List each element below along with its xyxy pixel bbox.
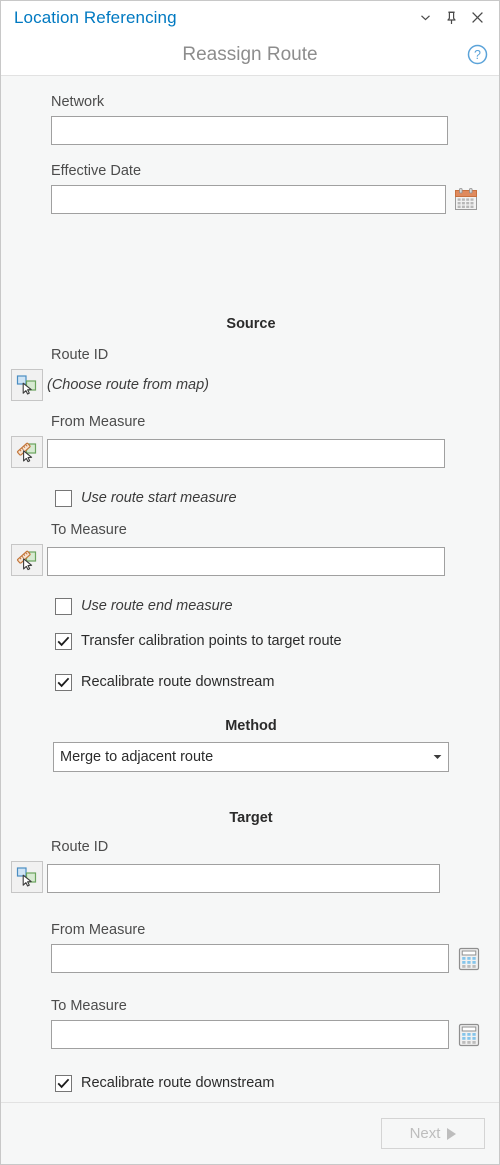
method-dropdown[interactable]: Merge to adjacent route	[53, 742, 449, 772]
use-route-end-measure-label: Use route end measure	[81, 598, 233, 614]
transfer-calibration-points-label: Transfer calibration points to target ro…	[81, 633, 342, 649]
pick-measure-from-map-icon[interactable]	[11, 436, 43, 468]
target-route-id-tool-gutter	[11, 861, 47, 893]
calculator-icon[interactable]	[456, 946, 482, 972]
source-to-measure-input[interactable]	[47, 547, 445, 576]
source-section-heading: Source	[1, 314, 499, 334]
use-route-start-measure-checkbox[interactable]	[55, 489, 72, 507]
next-button-label: Next	[409, 1125, 441, 1142]
select-route-from-map-icon[interactable]	[11, 369, 43, 401]
collapse-chevron-icon[interactable]	[413, 6, 437, 30]
source-route-id-label: Route ID	[51, 347, 109, 363]
source-recalibrate-row[interactable]: Recalibrate route downstream	[55, 673, 274, 691]
close-icon[interactable]	[465, 6, 489, 30]
pane-title: Location Referencing	[14, 7, 177, 27]
use-route-start-measure-row[interactable]: Use route start measure	[55, 489, 237, 507]
effective-date-label: Effective Date	[51, 163, 142, 179]
pick-measure-from-map-icon[interactable]	[11, 544, 43, 576]
window-controls	[413, 6, 489, 30]
transfer-calibration-points-checkbox[interactable]	[55, 632, 72, 650]
network-label: Network	[51, 94, 105, 110]
source-from-measure-label: From Measure	[51, 414, 146, 430]
effective-date-input[interactable]	[51, 185, 446, 214]
pane-footer: Next	[1, 1102, 499, 1164]
svg-text:?: ?	[474, 48, 481, 62]
network-field-group: Network	[51, 93, 448, 145]
next-button[interactable]: Next	[381, 1118, 485, 1149]
method-dropdown-value: Merge to adjacent route	[60, 749, 214, 765]
method-heading-text: Method	[225, 718, 277, 734]
source-recalibrate-label: Recalibrate route downstream	[81, 674, 275, 690]
transfer-calibration-points-row[interactable]: Transfer calibration points to target ro…	[55, 632, 342, 650]
use-route-end-measure-row[interactable]: Use route end measure	[55, 597, 233, 615]
source-heading-text: Source	[226, 316, 276, 332]
calculator-icon[interactable]	[456, 1022, 482, 1048]
source-to-measure-tool-gutter	[11, 544, 47, 576]
target-recalibrate-checkbox[interactable]	[55, 1074, 72, 1092]
effective-date-field-group: Effective Date	[51, 162, 495, 214]
target-recalibrate-row[interactable]: Recalibrate route downstream	[55, 1074, 274, 1092]
use-route-end-measure-checkbox[interactable]	[55, 597, 72, 615]
source-from-measure-input[interactable]	[47, 439, 445, 468]
help-icon[interactable]: ?	[465, 43, 489, 67]
network-input[interactable]	[51, 116, 448, 145]
source-from-measure-tool-gutter	[11, 436, 47, 468]
source-route-id-hint: (Choose route from map)	[47, 377, 209, 393]
target-route-id-input[interactable]	[47, 864, 440, 893]
source-to-measure-label: To Measure	[51, 522, 127, 538]
target-from-measure-label: From Measure	[51, 922, 146, 938]
target-to-measure-group: To Measure	[51, 997, 495, 1049]
target-to-measure-input[interactable]	[51, 1020, 449, 1049]
play-arrow-icon	[447, 1127, 457, 1140]
chevron-down-icon[interactable]	[426, 754, 448, 760]
target-recalibrate-label: Recalibrate route downstream	[81, 1075, 275, 1091]
page-title: Reassign Route	[182, 43, 318, 65]
source-route-id-tool-gutter	[11, 369, 47, 401]
source-from-measure-group: From Measure	[11, 413, 491, 468]
calendar-icon[interactable]	[453, 187, 479, 213]
use-route-start-measure-label: Use route start measure	[81, 490, 237, 506]
target-route-id-label: Route ID	[51, 839, 109, 855]
target-from-measure-group: From Measure	[51, 921, 495, 973]
target-route-id-group: Route ID	[11, 838, 491, 893]
location-referencing-pane: Location Referencing Reassign Route ? Ne…	[0, 0, 500, 1165]
source-to-measure-group: To Measure	[11, 521, 491, 576]
target-from-measure-input[interactable]	[51, 944, 449, 973]
select-route-from-map-icon[interactable]	[11, 861, 43, 893]
source-route-id-group: Route ID (Choose route from map)	[11, 346, 491, 401]
pane-body: Network Effective Date Source Route ID (…	[1, 76, 499, 1102]
target-to-measure-label: To Measure	[51, 998, 127, 1014]
method-section-heading: Method	[1, 716, 499, 736]
target-heading-text: Target	[229, 810, 273, 826]
pane-subheader: Reassign Route ?	[1, 34, 499, 76]
source-recalibrate-checkbox[interactable]	[55, 673, 72, 691]
pin-icon[interactable]	[439, 6, 463, 30]
target-section-heading: Target	[1, 808, 499, 828]
pane-titlebar: Location Referencing	[1, 1, 499, 34]
method-dropdown-group: Merge to adjacent route	[53, 742, 449, 772]
